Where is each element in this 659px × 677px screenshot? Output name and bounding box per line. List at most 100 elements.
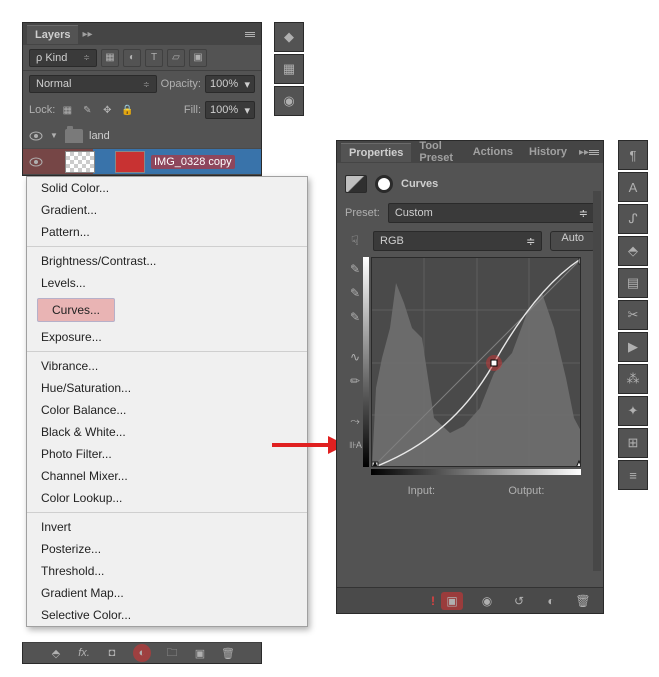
layer-filter-row: ρ Kind≑ ▦ ◐ T ▱ ▣ xyxy=(23,45,261,71)
menu-invert[interactable]: Invert xyxy=(27,516,307,538)
mask-icon[interactable] xyxy=(375,175,393,193)
lock-all-icon[interactable]: 🔒 xyxy=(119,102,135,118)
adjustment-layer-menu: Solid Color... Gradient... Pattern... Br… xyxy=(26,176,308,627)
tab-actions[interactable]: Actions xyxy=(465,143,521,161)
dock-history-icon[interactable]: ≡ xyxy=(618,460,648,490)
new-group-icon[interactable]: 🗀 xyxy=(165,646,179,660)
menu-solid-color[interactable]: Solid Color... xyxy=(27,177,307,199)
tab-properties[interactable]: Properties xyxy=(341,143,411,162)
menu-gradient[interactable]: Gradient... xyxy=(27,199,307,221)
panel-dock-right: ¶ A ᔑ ⬘ ▤ ✂ ▶ ⁂ ✦ ⊞ ≡ xyxy=(618,140,648,490)
link-icon[interactable] xyxy=(101,156,109,168)
menu-photo-filter[interactable]: Photo Filter... xyxy=(27,443,307,465)
dock-paths-icon[interactable]: ◉ xyxy=(274,86,304,116)
eye-icon[interactable] xyxy=(29,155,43,169)
preset-label: Preset: xyxy=(345,207,380,219)
menu-posterize[interactable]: Posterize... xyxy=(27,538,307,560)
lock-pixels-icon[interactable]: ✎ xyxy=(79,102,95,118)
panel-menu-icon[interactable] xyxy=(243,27,257,41)
preset-select[interactable]: Custom≑ xyxy=(388,203,595,223)
eyedropper-gray-icon[interactable]: ✎ xyxy=(350,285,360,301)
dock-3d-icon[interactable]: ⬘ xyxy=(618,236,648,266)
menu-vibrance[interactable]: Vibrance... xyxy=(27,355,307,377)
new-layer-icon[interactable]: ▣ xyxy=(193,646,207,660)
options-icon[interactable]: ⊪A xyxy=(349,437,361,453)
eyedropper-black-icon[interactable]: ✎ xyxy=(350,261,360,277)
dock-swatches-icon[interactable]: ▤ xyxy=(618,268,648,298)
layer-thumb[interactable] xyxy=(115,151,145,173)
tab-tool-preset[interactable]: Tool Preset xyxy=(411,137,464,167)
filter-adjust-icon[interactable]: ◐ xyxy=(123,49,141,67)
menu-exposure[interactable]: Exposure... xyxy=(27,326,307,348)
fx-icon[interactable]: fx. xyxy=(77,646,91,660)
new-adjustment-layer-icon[interactable]: ◐ xyxy=(133,644,151,662)
menu-color-lookup[interactable]: Color Lookup... xyxy=(27,487,307,509)
toggle-visibility-icon[interactable]: ◐ xyxy=(543,593,559,609)
expand-icon[interactable]: ▼ xyxy=(49,131,59,140)
targeted-adjust-icon[interactable]: ☟ xyxy=(345,232,365,250)
adjustment-title: Curves xyxy=(401,178,438,190)
dock-channels-icon[interactable]: ▦ xyxy=(274,54,304,84)
panel-collapse-icon[interactable]: ▸▸ xyxy=(579,147,589,158)
layers-bottom-bar: ⬘ fx. ◘ ◐ 🗀 ▣ 🗑 xyxy=(22,642,262,664)
smooth-icon[interactable]: ⤳ xyxy=(350,413,360,429)
lock-transparent-icon[interactable]: ▦ xyxy=(59,102,75,118)
lock-label: Lock: xyxy=(29,104,55,116)
filter-shape-icon[interactable]: ▱ xyxy=(167,49,185,67)
menu-black-white[interactable]: Black & White... xyxy=(27,421,307,443)
layer-list: ▼ land IMG_0328 copy xyxy=(23,123,261,175)
channel-select[interactable]: RGB≑ xyxy=(373,231,542,251)
dock-navigator-icon[interactable]: ✦ xyxy=(618,396,648,426)
view-previous-icon[interactable]: ◉ xyxy=(479,593,495,609)
adjustment-header: Curves xyxy=(345,175,595,193)
filter-type-icon[interactable]: T xyxy=(145,49,163,67)
dock-path-icon[interactable]: ᔑ xyxy=(618,204,648,234)
menu-selective-color[interactable]: Selective Color... xyxy=(27,604,307,626)
delete-adjustment-icon[interactable]: 🗑 xyxy=(575,593,591,609)
panel-scrollbar[interactable] xyxy=(593,191,601,571)
dock-tools-icon[interactable]: ✂ xyxy=(618,300,648,330)
dock-layers-icon[interactable]: ◆ xyxy=(274,22,304,52)
menu-gradient-map[interactable]: Gradient Map... xyxy=(27,582,307,604)
tab-history[interactable]: History xyxy=(521,143,575,161)
dock-actions-icon[interactable]: ▶ xyxy=(618,332,648,362)
auto-button[interactable]: Auto xyxy=(550,231,595,251)
menu-curves[interactable]: Curves... xyxy=(37,298,115,322)
dock-character-icon[interactable]: A xyxy=(618,172,648,202)
lock-position-icon[interactable]: ✥ xyxy=(99,102,115,118)
fill-field[interactable]: 100%▾ xyxy=(205,101,255,119)
layer-group-row[interactable]: ▼ land xyxy=(23,123,261,149)
link-layers-icon[interactable]: ⬘ xyxy=(49,646,63,660)
dock-info-icon[interactable]: ⊞ xyxy=(618,428,648,458)
menu-color-balance[interactable]: Color Balance... xyxy=(27,399,307,421)
dock-paragraph-icon[interactable]: ¶ xyxy=(618,140,648,170)
filter-kind-select[interactable]: ρ Kind≑ xyxy=(29,49,97,67)
menu-hue-saturation[interactable]: Hue/Saturation... xyxy=(27,377,307,399)
menu-brightness-contrast[interactable]: Brightness/Contrast... xyxy=(27,250,307,272)
mask-icon[interactable]: ◘ xyxy=(105,646,119,660)
blend-mode-select[interactable]: Normal≑ xyxy=(29,75,157,93)
delete-layer-icon[interactable]: 🗑 xyxy=(221,646,235,660)
menu-levels[interactable]: Levels... xyxy=(27,272,307,294)
filter-smart-icon[interactable]: ▣ xyxy=(189,49,207,67)
clip-to-layer-icon[interactable]: ▣ xyxy=(441,592,463,610)
layer-row-selected[interactable]: IMG_0328 copy xyxy=(23,149,261,175)
layer-mask-thumb[interactable] xyxy=(65,151,95,173)
menu-threshold[interactable]: Threshold... xyxy=(27,560,307,582)
draw-curve-icon[interactable]: ✏ xyxy=(350,373,360,389)
panel-collapse-icon[interactable]: ▸▸ xyxy=(82,29,92,40)
filter-pixel-icon[interactable]: ▦ xyxy=(101,49,119,67)
properties-bottom-bar: ! ▣ ◉ ↺ ◐ 🗑 xyxy=(337,587,603,613)
menu-pattern[interactable]: Pattern... xyxy=(27,221,307,243)
dock-brush-icon[interactable]: ⁂ xyxy=(618,364,648,394)
tab-layers[interactable]: Layers xyxy=(27,25,78,44)
curves-graph[interactable] xyxy=(371,257,581,467)
edit-points-icon[interactable]: ∿ xyxy=(350,349,360,365)
reset-icon[interactable]: ↺ xyxy=(511,593,527,609)
menu-channel-mixer[interactable]: Channel Mixer... xyxy=(27,465,307,487)
panel-menu-icon[interactable] xyxy=(589,145,599,159)
eye-icon[interactable] xyxy=(29,129,43,143)
opacity-field[interactable]: 100%▾ xyxy=(205,75,255,93)
properties-panel-tabs: Properties Tool Preset Actions History ▸… xyxy=(337,141,603,163)
eyedropper-white-icon[interactable]: ✎ xyxy=(350,309,360,325)
